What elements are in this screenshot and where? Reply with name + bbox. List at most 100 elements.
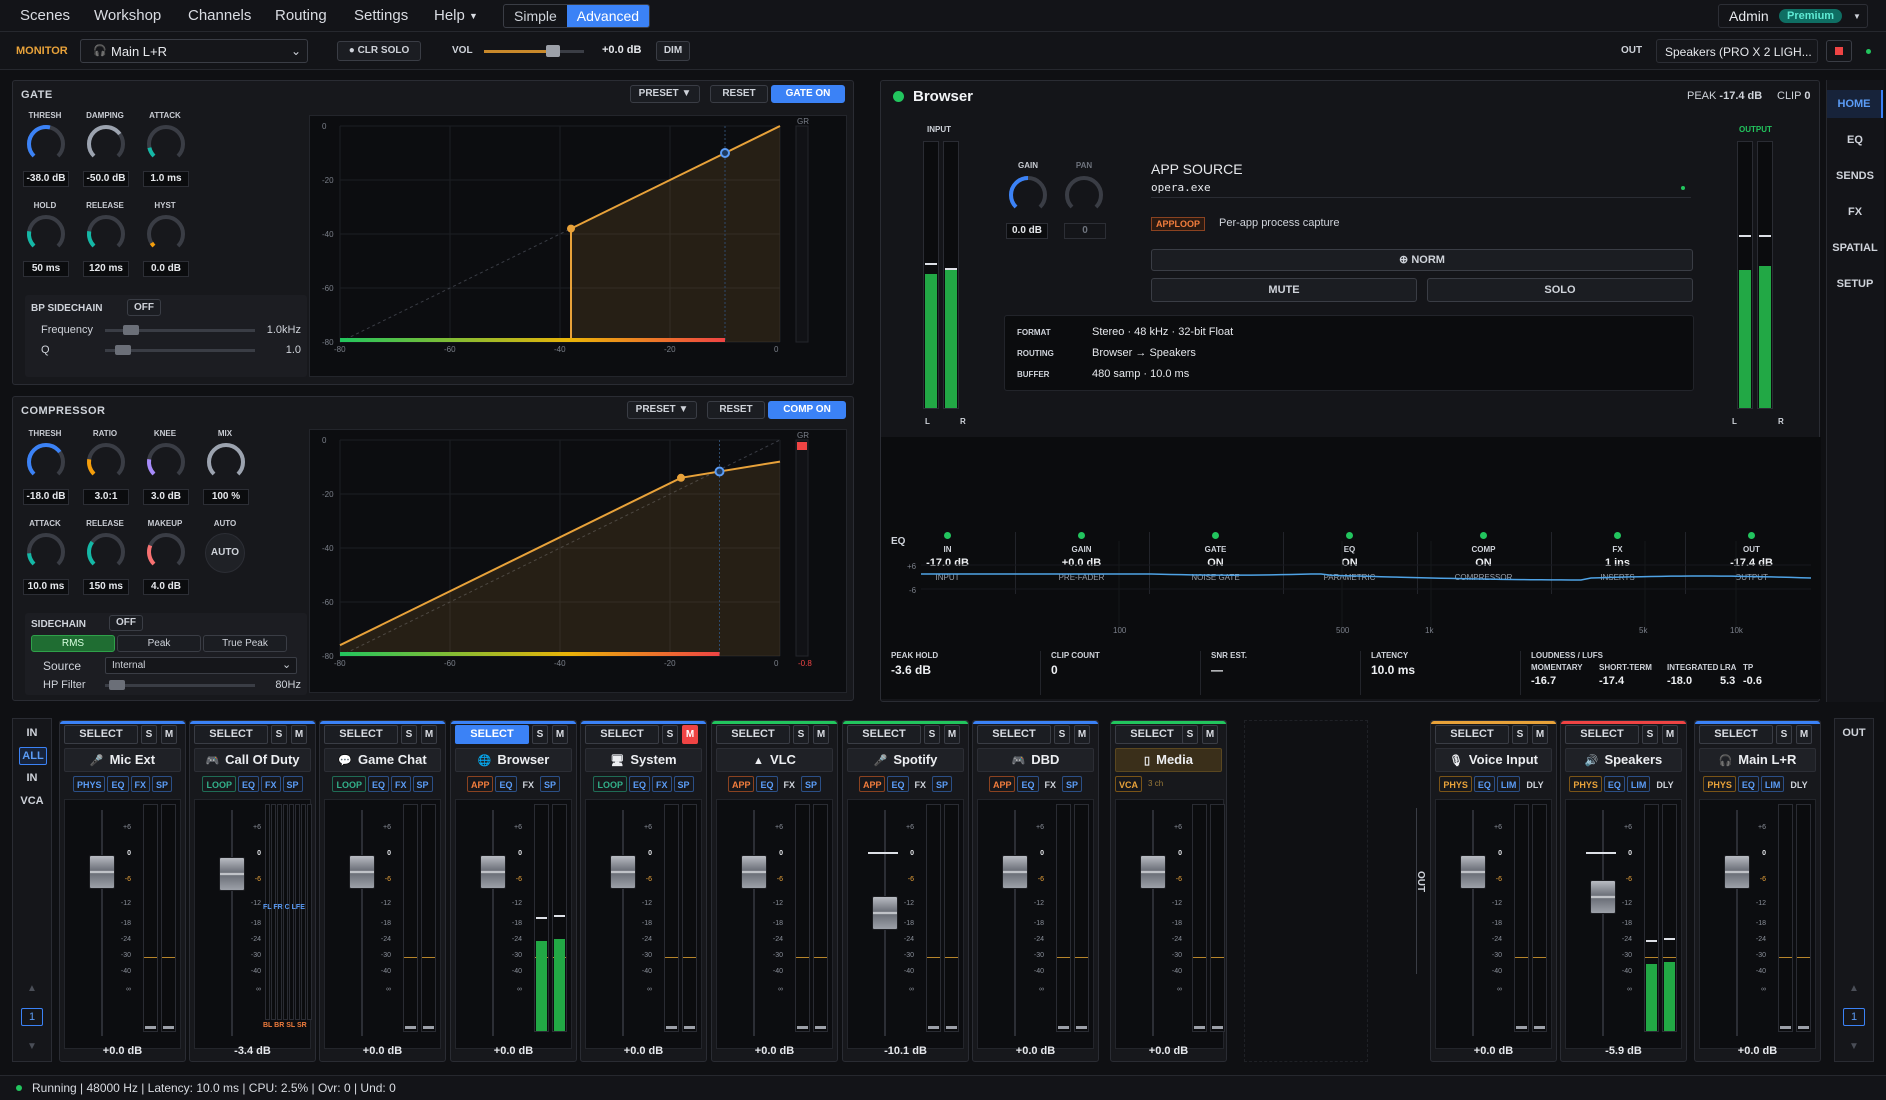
tag-eq[interactable]: EQ (1737, 776, 1759, 792)
tag-eq[interactable]: EQ (628, 776, 650, 792)
fader-thumb[interactable] (89, 855, 115, 890)
strip-name[interactable]: 🎮 Call Of Duty (194, 748, 311, 772)
out-page-number[interactable]: 1 (1843, 1008, 1865, 1026)
gate-sidechain-toggle[interactable]: OFF (127, 299, 161, 316)
eq-response[interactable]: +6 -6 100 500 1k 5k 10k (891, 531, 1812, 647)
filter-in-button[interactable]: IN (13, 772, 51, 784)
peak-mode-button[interactable]: Peak (117, 635, 201, 652)
comp-on-toggle[interactable]: COMP ON (768, 401, 846, 419)
tag-dly[interactable]: DLY (1522, 776, 1547, 792)
mute-button[interactable]: M (421, 725, 437, 744)
fader-thumb[interactable] (1460, 855, 1486, 890)
dim-button[interactable]: DIM (656, 41, 690, 61)
gate-preset-button[interactable]: PRESET ▼ (630, 85, 700, 103)
tag-eq[interactable]: EQ (1473, 776, 1495, 792)
tag-sp[interactable]: SP (152, 776, 173, 792)
nav-home[interactable]: HOME (1827, 90, 1883, 118)
gate-threshold-point[interactable] (567, 224, 575, 233)
mute-button[interactable]: M (1202, 725, 1218, 744)
solo-button[interactable]: S (271, 725, 287, 744)
nav-sends[interactable]: SENDS (1827, 162, 1883, 190)
tag-fx[interactable]: FX (911, 776, 931, 792)
normalize-button[interactable]: ⊕ NORM (1151, 249, 1693, 271)
gate-transfer-graph[interactable]: 0 -20 -40 -60 -80 -80 -60 -40 -20 0 GR (309, 115, 847, 377)
clear-solo-button[interactable]: ● CLR SOLO (337, 41, 421, 61)
comp-knob[interactable] (24, 440, 68, 484)
monitor-select[interactable]: 🎧 Main L+R ⌄ (80, 39, 308, 63)
gate-knob[interactable] (84, 212, 128, 256)
comp-threshold-point[interactable] (677, 473, 685, 482)
comp-transfer-graph[interactable]: 0 -20 -40 -60 -80 -80 -60 -40 -20 0 GR -0.8 (309, 429, 847, 693)
hp-filter-thumb[interactable] (109, 680, 125, 690)
fader-thumb[interactable] (741, 855, 767, 890)
vol-slider-thumb[interactable] (546, 45, 560, 57)
mute-button[interactable]: M (682, 725, 698, 744)
out-page-down-icon[interactable]: ▼ (1835, 1041, 1873, 1052)
mute-button[interactable]: M (1074, 725, 1090, 744)
comp-auto-button[interactable]: AUTO (205, 533, 245, 573)
select-button[interactable]: SELECT (1115, 725, 1189, 744)
comp-knob[interactable] (84, 530, 128, 574)
fader-thumb[interactable] (872, 895, 898, 930)
source-select[interactable]: Internal ⌄ (105, 657, 297, 674)
tag-phys[interactable]: PHYS (1569, 776, 1602, 792)
strip-name[interactable]: ▯ Media (1115, 748, 1222, 772)
tag-eq[interactable]: EQ (1603, 776, 1625, 792)
fader-track[interactable] (622, 810, 624, 1036)
strip-name[interactable]: 🎮 DBD (977, 748, 1094, 772)
tag-eq[interactable]: EQ (367, 776, 389, 792)
tag-fx[interactable]: FX (519, 776, 539, 792)
mute-button[interactable]: M (1662, 725, 1678, 744)
solo-button[interactable]: S (1182, 725, 1198, 744)
tag-sp[interactable]: SP (673, 776, 694, 792)
gate-knob[interactable] (144, 212, 188, 256)
tag-lim[interactable]: LIM (1760, 776, 1785, 792)
fader-thumb[interactable] (219, 857, 245, 892)
nav-spatial[interactable]: SPATIAL (1827, 234, 1883, 262)
rms-mode-button[interactable]: RMS (31, 635, 115, 652)
mute-button[interactable]: M (813, 725, 829, 744)
hp-filter-slider[interactable] (105, 680, 255, 690)
fader-track[interactable] (361, 810, 363, 1036)
solo-button[interactable]: SOLO (1427, 278, 1693, 302)
select-button[interactable]: SELECT (716, 725, 790, 744)
strip-name[interactable]: 🎤 Spotify (847, 748, 964, 772)
fader-track[interactable] (753, 810, 755, 1036)
tag-phys[interactable]: PHYS (72, 776, 106, 792)
comp-sidechain-toggle[interactable]: OFF (109, 615, 143, 631)
tag-loop[interactable]: LOOP (332, 776, 366, 792)
tag-loop[interactable]: LOOP (593, 776, 627, 792)
tag-lim[interactable]: LIM (1496, 776, 1521, 792)
strip-name[interactable]: 💬 Game Chat (324, 748, 441, 772)
tag-dly[interactable]: DLY (1652, 776, 1677, 792)
select-button[interactable]: SELECT (455, 725, 529, 744)
gate-knob[interactable] (144, 122, 188, 166)
solo-button[interactable]: S (662, 725, 678, 744)
gate-knob[interactable] (84, 122, 128, 166)
tag-sp[interactable]: SP (412, 776, 433, 792)
select-button[interactable]: SELECT (1565, 725, 1639, 744)
tag-app[interactable]: APP (466, 776, 494, 792)
tag-dly[interactable]: DLY (1786, 776, 1811, 792)
tag-phys[interactable]: PHYS (1439, 776, 1472, 792)
solo-button[interactable]: S (141, 725, 157, 744)
fader-track[interactable] (1736, 810, 1738, 1036)
strip-name[interactable]: ▲ VLC (716, 748, 833, 772)
solo-button[interactable]: S (532, 725, 548, 744)
mute-button[interactable]: M (1532, 725, 1548, 744)
tag-fx[interactable]: FX (130, 776, 151, 792)
fader-thumb[interactable] (1724, 855, 1750, 890)
tag-eq[interactable]: EQ (107, 776, 129, 792)
tag-eq[interactable]: EQ (495, 776, 517, 792)
tag-fx[interactable]: FX (1041, 776, 1061, 792)
tag-vca[interactable]: VCA (1115, 776, 1143, 792)
select-button[interactable]: SELECT (1435, 725, 1509, 744)
mute-button[interactable]: M (1796, 725, 1812, 744)
tag-eq[interactable]: EQ (1017, 776, 1039, 792)
tag-eq[interactable]: EQ (237, 776, 259, 792)
gate-on-toggle[interactable]: GATE ON (771, 85, 845, 103)
vol-slider[interactable] (484, 45, 584, 57)
comp-knob[interactable] (24, 530, 68, 574)
filter-all-button[interactable]: ALL (19, 747, 47, 765)
comp-knob[interactable] (144, 530, 188, 574)
